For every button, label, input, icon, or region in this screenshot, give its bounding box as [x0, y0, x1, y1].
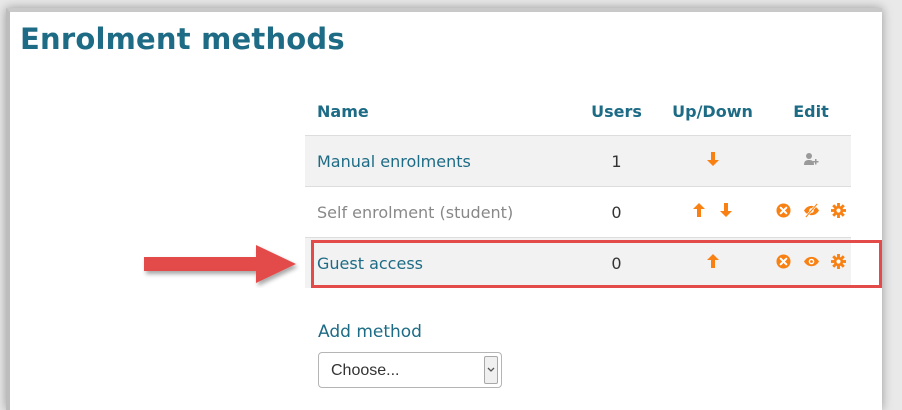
method-name-link[interactable]: Manual enrolments [317, 152, 471, 171]
table-row-manual-enrolments: Manual enrolments 1 [305, 135, 851, 187]
arrow-down-icon[interactable] [718, 202, 734, 222]
annotation-arrow-icon [144, 245, 296, 283]
dropdown-button[interactable] [484, 356, 498, 384]
settings-gear-icon[interactable] [830, 254, 846, 273]
table-row-self-enrolment: Self enrolment (student) 0 [305, 186, 851, 238]
column-header-name: Name [317, 102, 369, 121]
add-method-select[interactable]: Choose... [318, 352, 502, 388]
add-method-label: Add method [318, 322, 422, 342]
table-row-guest-access: Guest access 0 [305, 237, 851, 288]
settings-gear-icon[interactable] [830, 203, 846, 222]
users-count: 0 [579, 186, 654, 238]
method-name-link[interactable]: Guest access [317, 254, 423, 273]
column-header-updown: Up/Down [672, 102, 753, 121]
arrow-up-icon[interactable] [705, 253, 721, 273]
delete-icon[interactable] [776, 254, 791, 273]
enrolment-methods-table: Name Users Up/Down Edit Manual enrolment… [305, 88, 851, 288]
chevron-down-icon [487, 367, 495, 372]
delete-icon[interactable] [776, 203, 791, 222]
page-title: Enrolment methods [20, 22, 345, 56]
enrol-users-icon[interactable] [803, 151, 819, 171]
arrow-up-icon[interactable] [691, 202, 707, 222]
arrow-down-icon[interactable] [705, 151, 721, 171]
column-header-users: Users [591, 102, 642, 121]
method-name-link[interactable]: Self enrolment (student) [317, 203, 513, 222]
add-method-selected-value: Choose... [331, 362, 400, 379]
hidden-eye-icon[interactable] [803, 203, 820, 222]
table-header-row: Name Users Up/Down Edit [305, 88, 851, 136]
column-header-edit: Edit [793, 102, 829, 121]
eye-icon[interactable] [803, 254, 820, 273]
users-count: 0 [579, 237, 654, 288]
users-count: 1 [579, 135, 654, 187]
